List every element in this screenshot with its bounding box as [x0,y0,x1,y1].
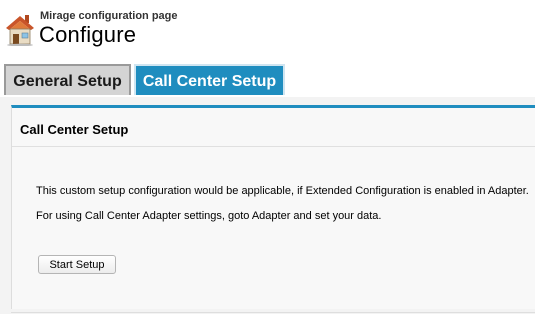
tab-bar: General Setup Call Center Setup [0,62,535,100]
page-title: Configure [39,22,137,47]
page-subtitle: Mirage configuration page [40,10,178,22]
start-setup-button[interactable]: Start Setup [38,255,116,274]
content-area: Call Center Setup This custom setup conf… [0,97,535,314]
adapter-settings-note: For using Call Center Adapter settings, … [36,210,382,222]
panel-title: Call Center Setup [20,122,129,137]
extended-config-note: This custom setup configuration would be… [36,185,529,197]
call-center-setup-panel: Call Center Setup This custom setup conf… [11,105,535,309]
divider [11,312,535,313]
page-header: Mirage configuration page Configure [0,0,535,58]
house-icon [5,12,35,47]
tab-call-center-setup[interactable]: Call Center Setup [134,64,285,95]
panel-header: Call Center Setup [12,108,535,147]
configure-page: Mirage configuration page Configure Gene… [0,0,535,314]
tab-general-setup[interactable]: General Setup [4,64,131,95]
